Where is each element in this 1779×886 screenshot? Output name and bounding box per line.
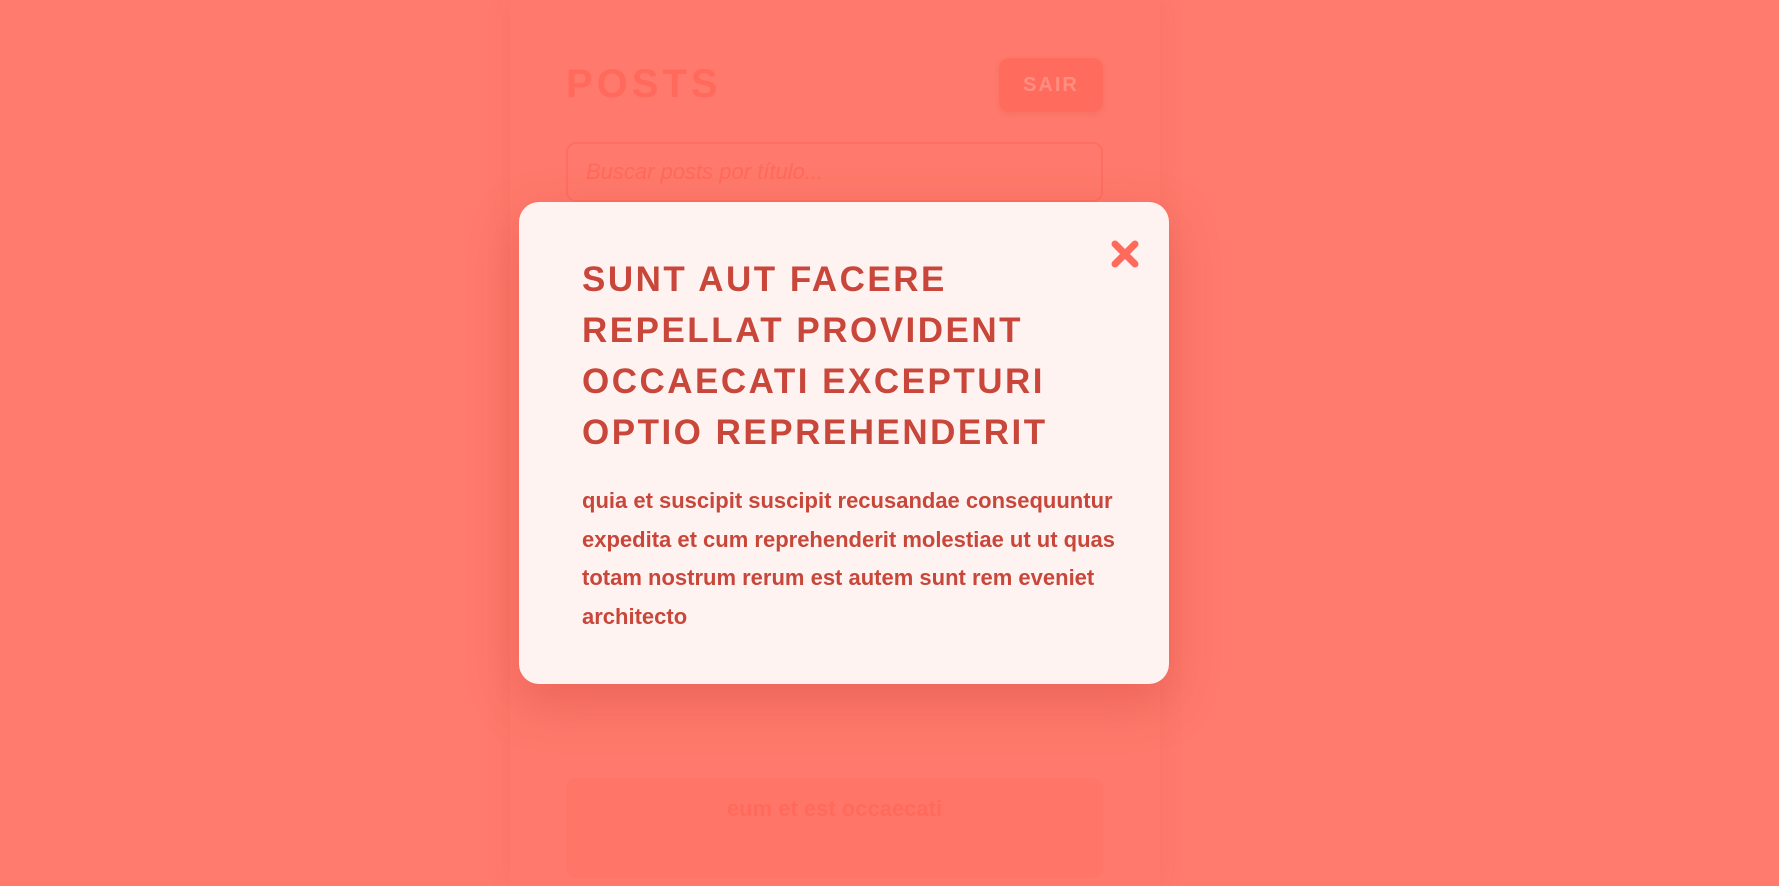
post-card[interactable]: eum et est occaecati <box>566 778 1103 878</box>
modal-body: quia et suscipit suscipit recusandae con… <box>582 488 1116 629</box>
post-card-title: eum et est occaecati <box>726 796 943 821</box>
page: POSTS SAIR eum et est occaecati SUNT AUT… <box>0 0 1779 886</box>
header: POSTS SAIR <box>566 58 1103 114</box>
logout-button[interactable]: SAIR <box>999 58 1103 112</box>
page-title: POSTS <box>566 62 722 106</box>
search-input[interactable] <box>566 142 1103 202</box>
post-detail-modal: SUNT AUT FACERE REPELLAT PROVIDENT OCCAE… <box>519 202 1169 684</box>
modal-title: SUNT AUT FACERE REPELLAT PROVIDENT OCCAE… <box>582 260 1048 452</box>
